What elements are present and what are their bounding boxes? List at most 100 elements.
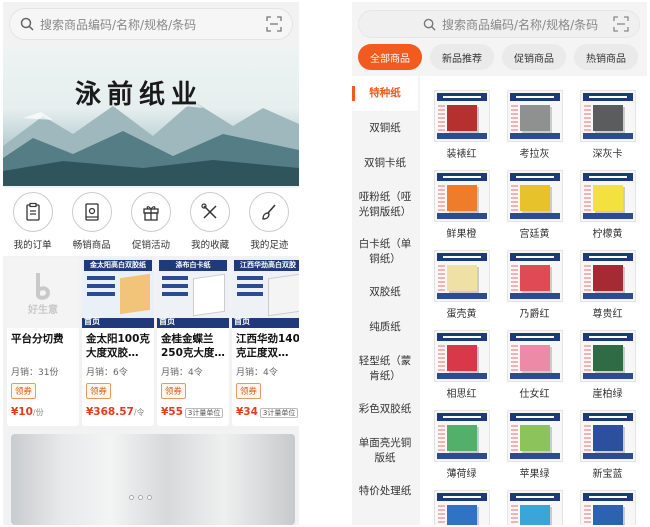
- tab-promotion[interactable]: 促销商品: [502, 44, 566, 70]
- product-thumbnail: [433, 90, 490, 142]
- category-item[interactable]: 双铜卡纸: [352, 146, 418, 181]
- product-name: 考拉灰: [519, 149, 550, 160]
- brush-icon: [262, 204, 276, 220]
- category-item[interactable]: 双胶纸: [352, 275, 418, 310]
- unit-tag: 3计量单位: [184, 408, 224, 418]
- product-item[interactable]: 装裱红: [428, 90, 495, 160]
- product-thumbnail: [579, 330, 636, 382]
- quick-link-bestsellers[interactable]: 畅销商品: [63, 192, 121, 256]
- product-item[interactable]: 蛋壳黄: [428, 250, 495, 320]
- product-item[interactable]: 苹果绿: [501, 410, 568, 480]
- product-thumbnail: [506, 170, 563, 222]
- product-card[interactable]: 金太阳高白双胶纸 首页 金太阳100克大度双胶… 月销：6令 领券 ¥368.5…: [82, 258, 154, 426]
- product-name: 宫廷黄: [519, 229, 550, 240]
- tools-icon: [201, 203, 217, 219]
- coupon-button[interactable]: 领券: [236, 383, 262, 399]
- product-card[interactable]: 江西华劲高白双胶 首页 江西华劲140克正度双… 月销：4令 领券 ¥34 3计量…: [232, 258, 299, 426]
- filter-tabs: 全部商品 新品推荐 促销商品 热销商品: [352, 44, 647, 74]
- product-name: 乃爵红: [519, 309, 550, 320]
- search-icon: [20, 17, 34, 31]
- product-item[interactable]: 崖柏绿: [574, 330, 641, 400]
- product-card[interactable]: 涤布白卡纸 首页 金桂金蝶兰250克大度… 月销：4令 领券 ¥55 3计量单位: [157, 258, 229, 426]
- book-icon: [85, 203, 99, 221]
- search-bar[interactable]: 搜索商品编码/名称/规格/条码: [358, 10, 640, 38]
- product-item[interactable]: 尊贵红: [574, 250, 641, 320]
- product-sales: 月销：4令: [161, 368, 203, 378]
- category-screen: 搜索商品编码/名称/规格/条码 全部商品 新品推荐 促销商品 热销商品 特种纸 …: [352, 2, 647, 525]
- product-item[interactable]: 薄荷绿: [428, 410, 495, 480]
- quick-link-orders[interactable]: 我的订单: [4, 192, 62, 256]
- product-name: 柠檬黄: [592, 229, 623, 240]
- product-item[interactable]: 新宝蓝: [574, 410, 641, 480]
- product-name: 鲜果橙: [446, 229, 477, 240]
- unit-tag: 3计量单位: [259, 408, 299, 418]
- carousel-dot[interactable]: [129, 495, 134, 500]
- category-item[interactable]: 轻型纸（蒙肯纸）: [352, 345, 418, 392]
- category-item[interactable]: 特种纸: [352, 76, 418, 111]
- search-bar[interactable]: 搜索商品编码/名称/规格/条码: [9, 8, 293, 40]
- category-item[interactable]: 特价处理纸: [352, 474, 418, 509]
- product-price: ¥368.57/令: [86, 406, 145, 418]
- product-thumbnail: [579, 250, 636, 302]
- product-item[interactable]: 仕女红: [501, 330, 568, 400]
- product-item[interactable]: [501, 490, 568, 525]
- quick-link-favorites[interactable]: 我的收藏: [181, 192, 239, 256]
- coupon-button[interactable]: 领券: [11, 383, 37, 399]
- product-thumbnail: [433, 330, 490, 382]
- scan-icon[interactable]: [266, 16, 282, 32]
- promo-banner-image[interactable]: [11, 434, 295, 525]
- tab-all-products[interactable]: 全部商品: [358, 44, 422, 70]
- product-image: 江西华劲高白双胶 首页: [232, 258, 299, 328]
- product-name: 蛋壳黄: [446, 309, 477, 320]
- quick-link-history[interactable]: 我的足迹: [240, 192, 298, 256]
- product-title: 江西华劲140克正度双…: [236, 333, 299, 359]
- product-item[interactable]: 相思红: [428, 330, 495, 400]
- product-thumbnail: [579, 410, 636, 462]
- carousel-indicator: [129, 495, 152, 500]
- image-caption: 金太阳高白双胶纸: [84, 260, 152, 271]
- quick-link-label: 畅销商品: [72, 240, 111, 251]
- search-icon: [423, 18, 436, 31]
- category-item[interactable]: 哑粉纸（哑光铜版纸）: [352, 181, 418, 228]
- product-item[interactable]: [428, 490, 495, 525]
- scan-icon[interactable]: [613, 16, 629, 32]
- product-item[interactable]: [574, 490, 641, 525]
- product-thumbnail: [506, 90, 563, 142]
- product-thumbnail: [433, 490, 490, 525]
- quick-link-promotions[interactable]: 促销活动: [122, 192, 180, 256]
- category-item[interactable]: 单面亮光铜版纸: [352, 427, 418, 474]
- product-item[interactable]: 乃爵红: [501, 250, 568, 320]
- product-image: 涤布白卡纸 首页: [157, 258, 229, 328]
- image-caption: 涤布白卡纸: [159, 260, 227, 271]
- product-price: ¥55 3计量单位: [161, 406, 224, 418]
- product-sales: 月销：6令: [86, 368, 128, 378]
- product-card[interactable]: 好生意 平台分切费 月销：31份 领券 ¥10/份: [7, 258, 79, 426]
- product-thumbnail: [579, 490, 636, 525]
- mountain-landscape-image: [3, 101, 299, 186]
- tab-hot-selling[interactable]: 热销商品: [574, 44, 638, 70]
- product-item[interactable]: 鲜果橙: [428, 170, 495, 240]
- store-banner[interactable]: 泳前纸业: [3, 46, 299, 186]
- coupon-button[interactable]: 领券: [161, 383, 187, 399]
- category-item[interactable]: 彩色双胶纸: [352, 392, 418, 427]
- category-item[interactable]: 纯质纸: [352, 310, 418, 345]
- product-item[interactable]: 柠檬黄: [574, 170, 641, 240]
- category-item[interactable]: 双铜纸: [352, 111, 418, 146]
- carousel-dot[interactable]: [138, 495, 143, 500]
- tab-new-products[interactable]: 新品推荐: [430, 44, 494, 70]
- product-item[interactable]: 深灰卡: [574, 90, 641, 160]
- product-sales: 月销：31份: [11, 368, 59, 378]
- product-name: 深灰卡: [592, 149, 623, 160]
- product-title: 平台分切费: [11, 333, 64, 345]
- product-name: 相思红: [446, 389, 477, 400]
- product-name: 苹果绿: [519, 469, 550, 480]
- product-item[interactable]: 宫廷黄: [501, 170, 568, 240]
- quick-links: 我的订单 畅销商品 促销活动 我的收藏 我的足迹: [3, 188, 299, 256]
- category-item[interactable]: 白卡纸（单铜纸）: [352, 228, 418, 275]
- product-carousel: 好生意 平台分切费 月销：31份 领券 ¥10/份 金太阳高白双胶纸 首页 金太…: [3, 258, 299, 426]
- product-grid: 装裱红 考拉灰 深灰卡鲜果橙 宫廷黄 柠檬黄蛋壳黄 乃爵红 尊贵红相思红 仕女红 崖柏绿薄荷绿 苹…: [420, 76, 647, 525]
- coupon-button[interactable]: 领券: [86, 383, 112, 399]
- product-item[interactable]: 考拉灰: [501, 90, 568, 160]
- carousel-dot[interactable]: [147, 495, 152, 500]
- product-title: 金太阳100克大度双胶…: [86, 333, 150, 359]
